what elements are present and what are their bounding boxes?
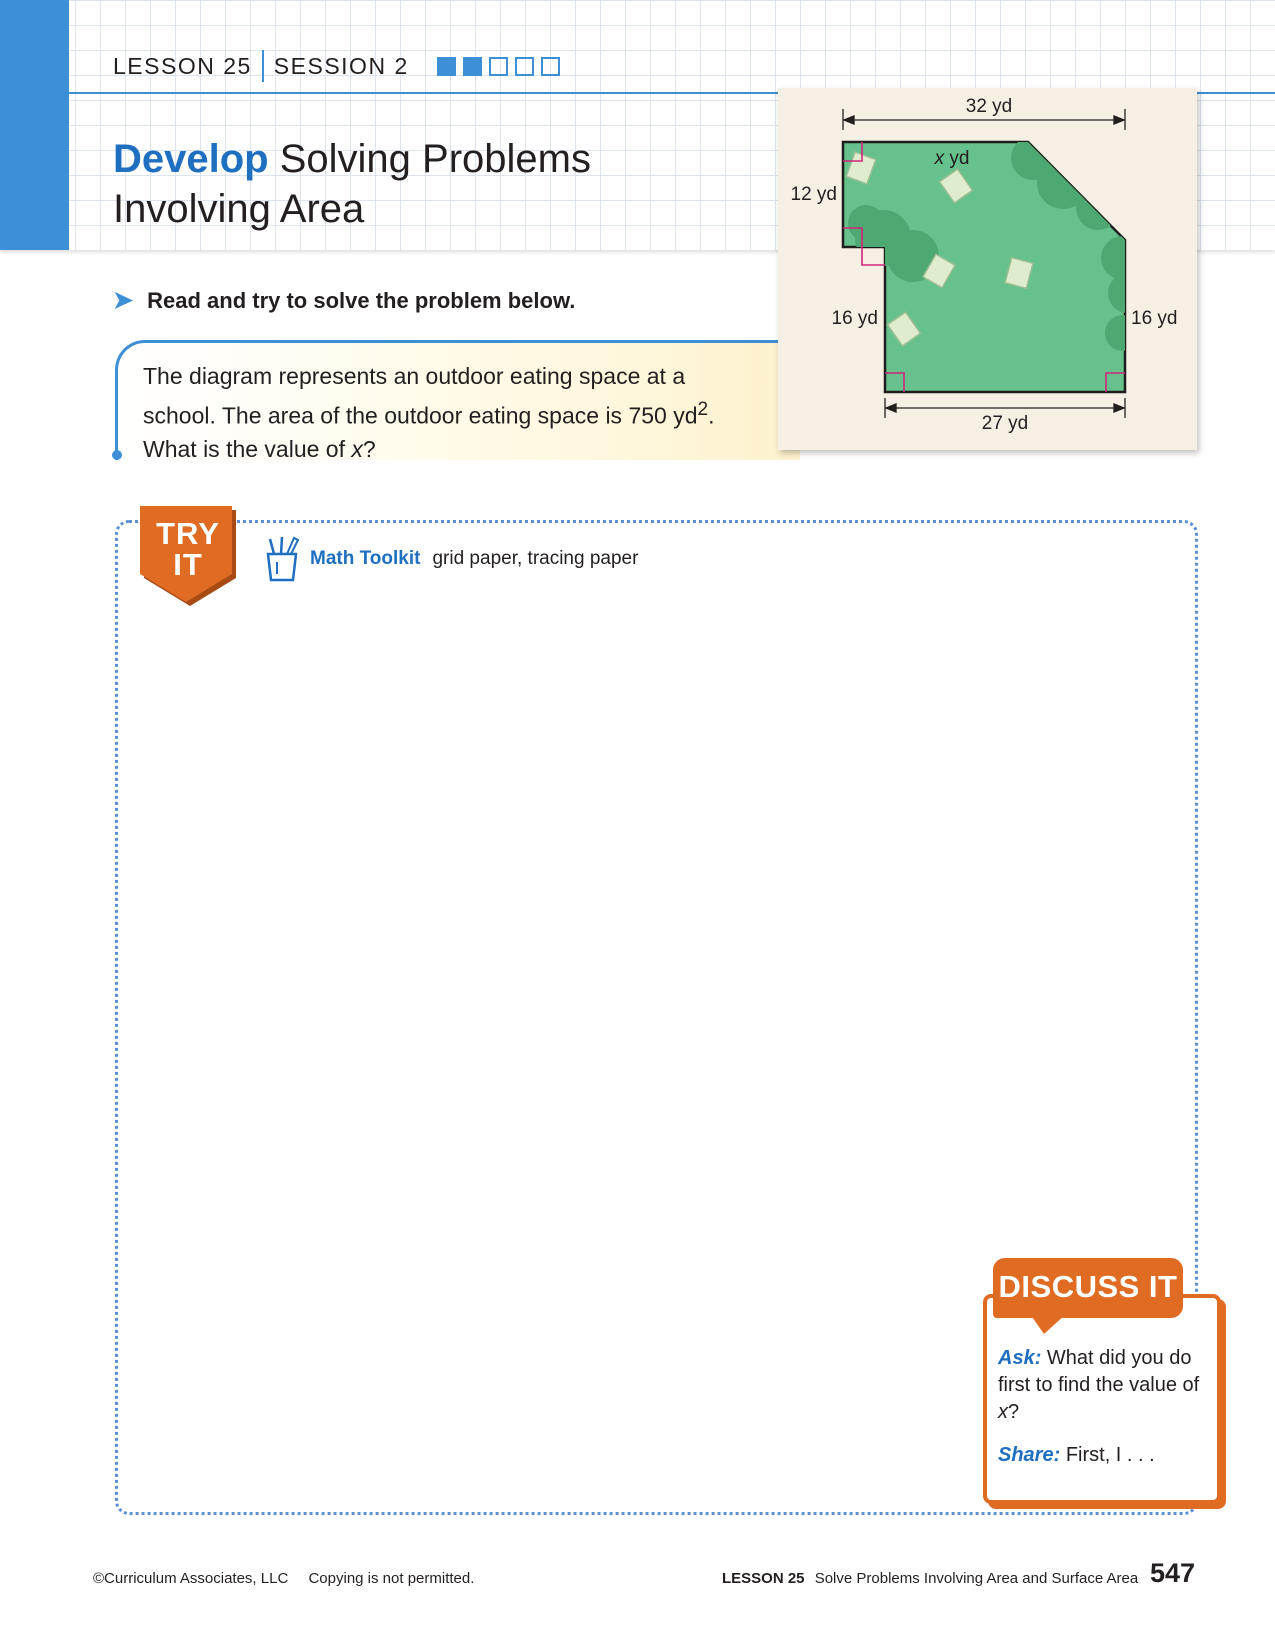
footer-lesson-title: Solve Problems Involving Area and Surfac… (814, 1570, 1139, 1587)
ask-prompt: Ask: What did you do first to find the v… (998, 1345, 1203, 1426)
arrow-icon: ➤ (113, 287, 134, 314)
share-text: First, I . . . (1065, 1444, 1155, 1466)
progress-square (540, 56, 560, 76)
try-it-label: TRY IT (144, 518, 232, 580)
problem-line: What is the value of (143, 435, 352, 462)
footer-lesson: LESSON 25 (722, 1570, 805, 1587)
session-label: SESSION 2 (273, 52, 409, 79)
lesson-label: LESSON 25 (113, 52, 252, 79)
try-label-line2: IT (173, 547, 203, 582)
progress-square (462, 56, 482, 76)
discuss-it-title: DISCUSS IT (998, 1269, 1178, 1304)
diagram-card: 32 yd x yd 12 yd 16 yd 16 yd 27 yd (778, 88, 1197, 450)
label-16yd-right: 16 yd (1131, 308, 1177, 329)
variable: x (351, 435, 363, 462)
label-32yd: 32 yd (966, 96, 1012, 117)
share-prompt: Share: First, I . . . (998, 1442, 1203, 1469)
eating-space-shape (841, 140, 1127, 394)
punctuation: ? (362, 435, 376, 462)
punctuation: . (708, 402, 715, 429)
area-diagram: 32 yd x yd 12 yd 16 yd 16 yd 27 yd (791, 96, 1178, 434)
title-develop: Develop (113, 137, 269, 181)
toolkit-label: Math Toolkit (310, 548, 421, 569)
pencil-cup-icon (266, 536, 300, 582)
footer-right: LESSON 25 Solve Problems Involving Area … (722, 1570, 1138, 1587)
ask-label: Ask: (998, 1347, 1042, 1369)
try-label-line1: TRY (156, 516, 220, 551)
unit: yd (944, 148, 969, 169)
problem-line: The diagram represents an outdoor eating… (143, 363, 686, 389)
punctuation: ? (1008, 1401, 1020, 1423)
label-27yd: 27 yd (982, 413, 1028, 434)
page-title: Develop Solving Problems Involving Area (113, 134, 591, 234)
speech-pointer-icon (1030, 1314, 1066, 1334)
progress-square (436, 56, 456, 76)
footer-left: ©Curriculum Associates, LLC Copying is n… (93, 1570, 474, 1587)
label-16yd-left: 16 yd (832, 308, 878, 329)
progress-square (514, 56, 534, 76)
divider (261, 50, 264, 82)
lesson-session-line: LESSON 25 SESSION 2 (113, 50, 560, 82)
progress-square (488, 56, 508, 76)
exponent: 2 (697, 399, 709, 420)
instruction: ➤ Read and try to solve the problem belo… (113, 286, 575, 315)
title-line1: Solving Problems (279, 137, 591, 181)
copy-notice: Copying is not permitted. (308, 1570, 475, 1587)
math-toolkit: Math Toolkit grid paper, tracing paper (262, 534, 638, 584)
problem-line: school. The area of the outdoor eating s… (143, 402, 698, 429)
bullet-dot-icon (112, 450, 122, 460)
problem-text: The diagram represents an outdoor eating… (143, 360, 783, 466)
lesson-color-tab (0, 0, 69, 250)
instruction-text: Read and try to solve the problem below. (147, 287, 576, 313)
label-12yd: 12 yd (791, 184, 837, 205)
share-label: Share: (998, 1444, 1061, 1466)
toolkit-items: grid paper, tracing paper (432, 548, 639, 569)
label-x-yd: x yd (934, 148, 970, 169)
variable: x (998, 1401, 1008, 1423)
page-number: 547 (1150, 1558, 1196, 1588)
discuss-it-body: Ask: What did you do first to find the v… (998, 1345, 1203, 1469)
title-line2: Involving Area (113, 187, 365, 231)
copyright: ©Curriculum Associates, LLC (93, 1570, 289, 1587)
session-progress (436, 56, 560, 76)
